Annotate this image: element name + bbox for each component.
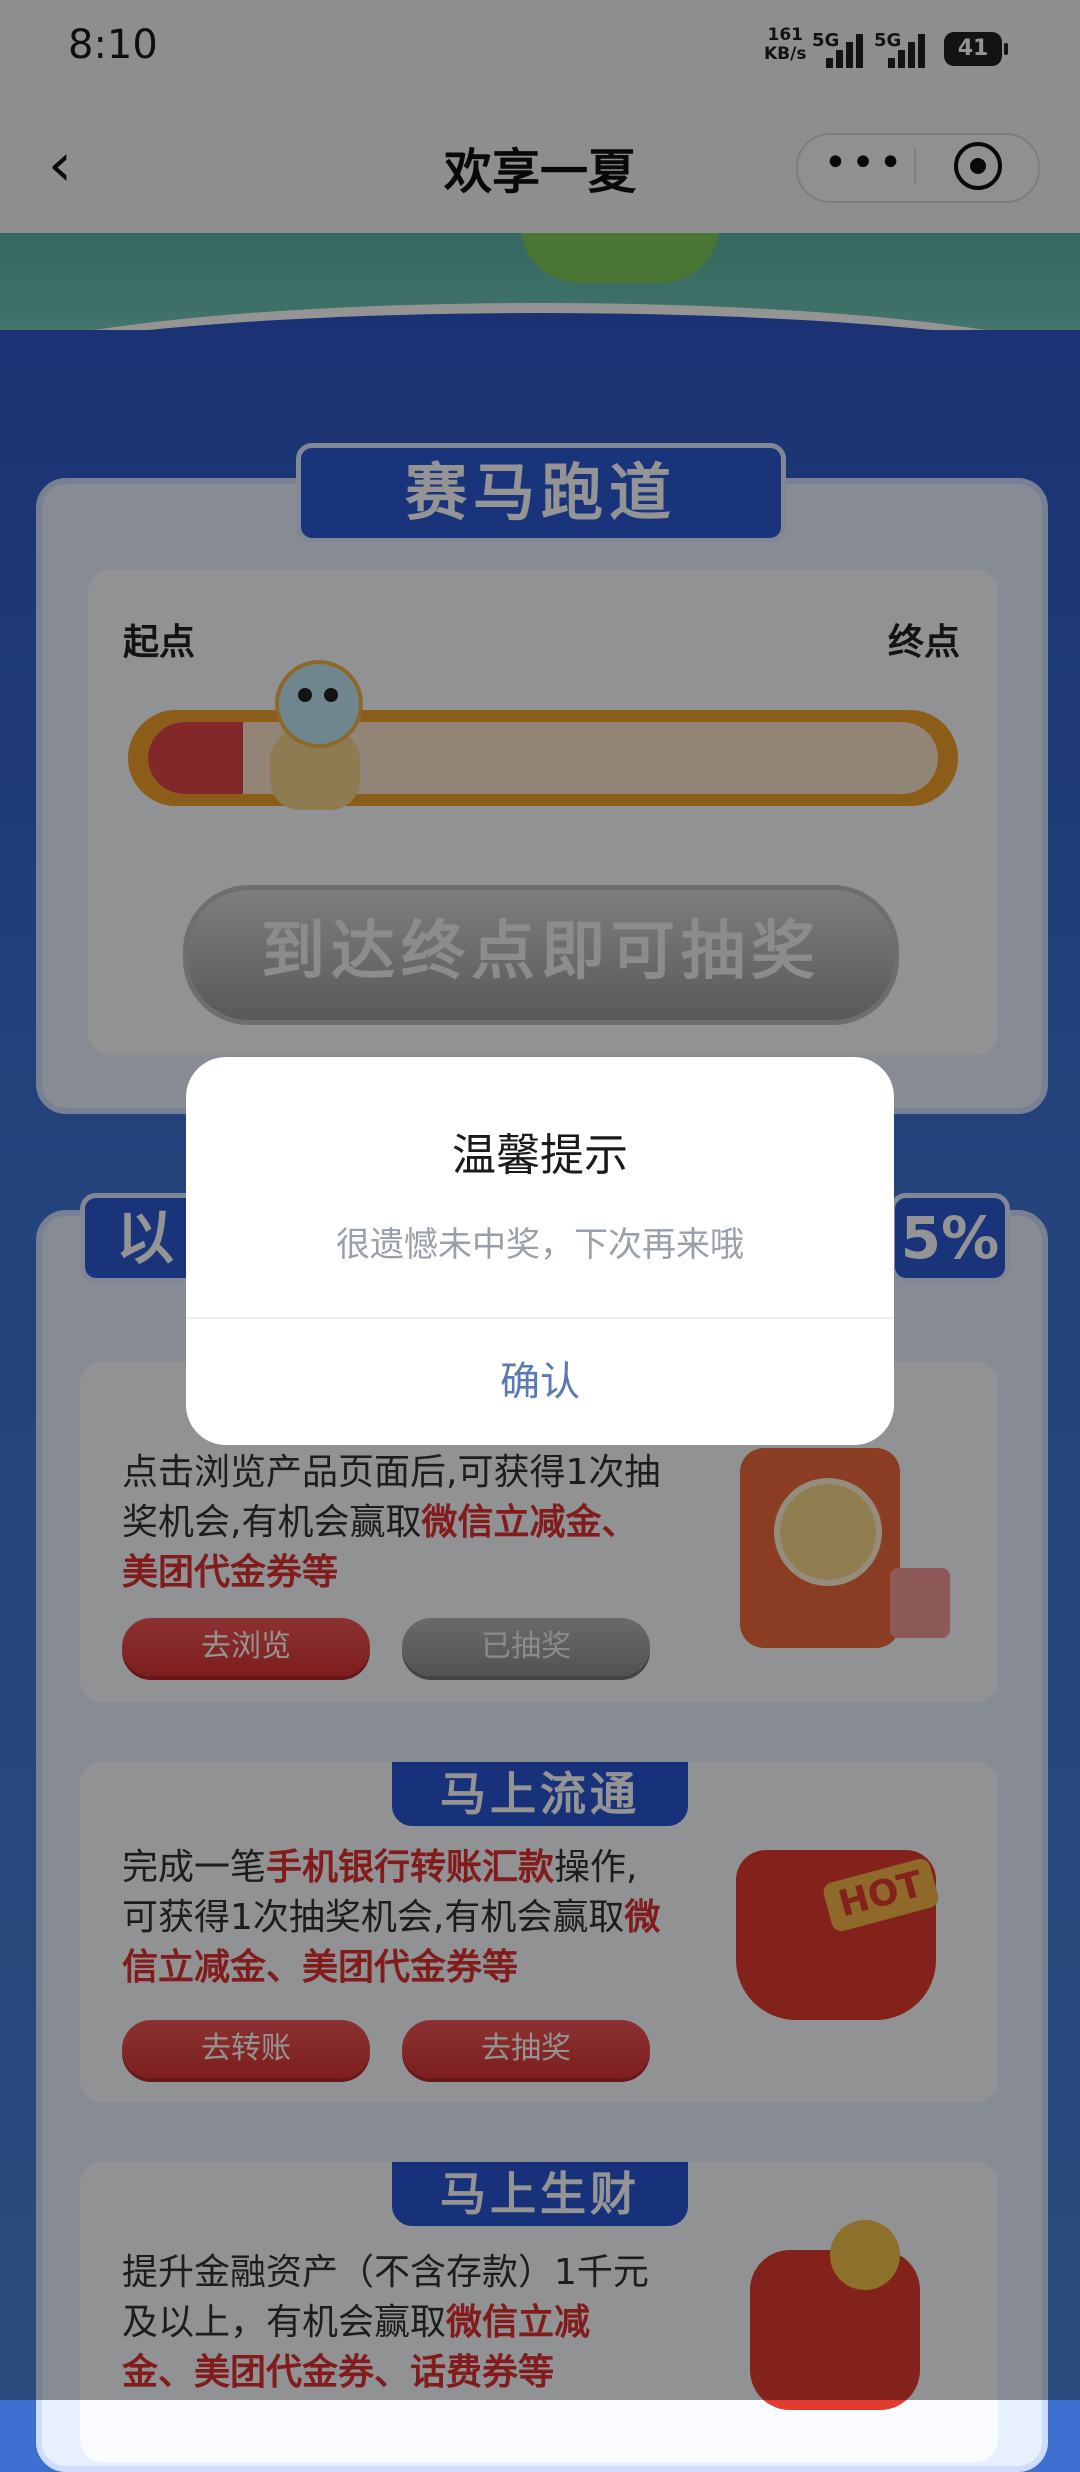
confirm-button[interactable]: 确认: [186, 1319, 894, 1445]
dialog-message: 很遗憾未中奖，下次再来哦: [336, 1225, 744, 1265]
dialog-title: 温馨提示: [452, 1130, 628, 1181]
prompt-dialog: 温馨提示 很遗憾未中奖，下次再来哦 确认: [186, 1057, 894, 1445]
